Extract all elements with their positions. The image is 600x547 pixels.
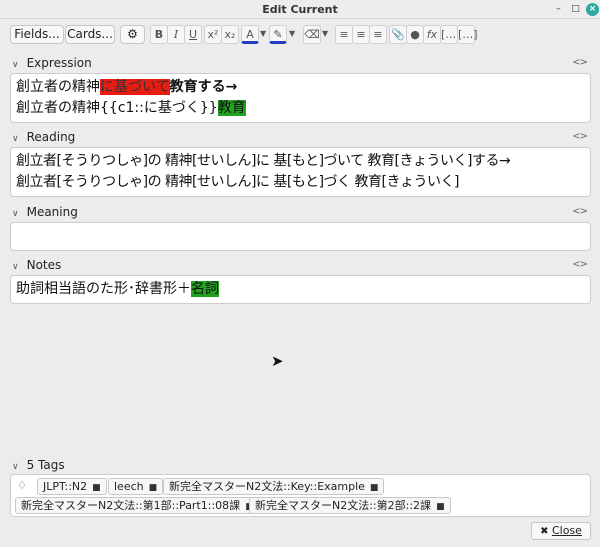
chevron-down-icon: ∨ xyxy=(12,462,19,472)
field-label-expression[interactable]: ∨ Expression xyxy=(12,56,92,70)
trash-icon[interactable]: ■ xyxy=(149,483,158,493)
tags-header[interactable]: ∨ 5 Tags xyxy=(12,458,65,472)
maximize-icon[interactable]: □ xyxy=(569,3,582,16)
bullet-list-icon[interactable]: ≡ xyxy=(335,25,353,44)
highlight-dropdown-icon[interactable]: ▼ xyxy=(289,29,295,38)
formula-icon[interactable]: fx xyxy=(423,25,441,44)
html-editor-icon[interactable]: <> xyxy=(572,206,588,217)
field-label-notes[interactable]: ∨ Notes xyxy=(12,258,61,272)
minimize-icon[interactable]: – xyxy=(552,3,565,16)
chevron-down-icon: ∨ xyxy=(12,262,19,272)
reading-field[interactable]: 創立者[そうりつしゃ]の 精神[せいしん]に 基[もと]づいて 教育[きょういく… xyxy=(10,147,591,197)
trash-icon[interactable]: ■ xyxy=(436,502,445,512)
superscript-icon[interactable]: x² xyxy=(204,25,222,44)
tag-item[interactable]: 新完全マスターN2文法::Key::Example ■ xyxy=(163,478,385,495)
html-editor-icon[interactable]: <> xyxy=(572,57,588,68)
attachment-icon[interactable]: 📎 xyxy=(389,25,407,44)
cloze-icon[interactable]: […] xyxy=(440,25,461,44)
field-label-meaning[interactable]: ∨ Meaning xyxy=(12,205,78,219)
eraser-dropdown-icon[interactable]: ▼ xyxy=(322,29,328,38)
mouse-cursor-icon: ➤ xyxy=(271,352,284,370)
chevron-down-icon: ∨ xyxy=(12,209,19,219)
italic-icon[interactable]: I xyxy=(167,25,185,44)
cards-button[interactable]: Cards... xyxy=(65,25,115,44)
align-icon[interactable]: ≡ xyxy=(369,25,387,44)
meaning-field[interactable] xyxy=(10,222,591,251)
trash-icon[interactable]: ■ xyxy=(92,483,101,493)
trash-icon[interactable]: ■ xyxy=(370,483,379,493)
underline-icon[interactable]: U xyxy=(184,25,202,44)
bold-icon[interactable]: B xyxy=(150,25,168,44)
gear-icon[interactable]: ⚙ xyxy=(120,25,145,44)
field-label-reading[interactable]: ∨ Reading xyxy=(12,130,75,144)
notes-field[interactable]: 助詞相当語のた形･辞書形＋名詞 xyxy=(10,275,591,304)
text-color-dropdown-icon[interactable]: ▼ xyxy=(260,29,266,38)
close-button[interactable]: ✖ Close xyxy=(531,522,591,540)
tag-item[interactable]: 新完全マスターN2文法::第1部::Part1::08課■ xyxy=(15,497,260,514)
highlight-color-icon[interactable]: ✎ xyxy=(269,25,287,44)
fields-button[interactable]: Fields... xyxy=(10,25,64,44)
window-title: Edit Current xyxy=(262,3,338,16)
close-x-icon: ✖ xyxy=(540,526,549,537)
expression-line-1: 創立者の精神に基づいて教育する→ xyxy=(16,79,238,95)
html-editor-icon[interactable]: <> xyxy=(572,131,588,142)
expression-field[interactable]: 創立者の精神に基づいて教育する→ 創立者の精神{{c1::に基づく}}教育 xyxy=(10,73,591,123)
chevron-down-icon: ∨ xyxy=(12,60,19,70)
eraser-icon[interactable]: ⌫ xyxy=(303,25,321,44)
html-editor-icon[interactable]: <> xyxy=(572,259,588,270)
cloze-same-icon[interactable]: […] xyxy=(457,25,478,44)
tag-icon: ♢ xyxy=(17,479,27,492)
expression-line-2: 創立者の精神{{c1::に基づく}}教育 xyxy=(16,100,246,116)
microphone-icon[interactable]: ● xyxy=(406,25,424,44)
title-bar: Edit Current – □ × xyxy=(0,0,600,19)
subscript-icon[interactable]: x₂ xyxy=(221,25,239,44)
reading-line-1: 創立者[そうりつしゃ]の 精神[せいしん]に 基[もと]づいて 教育[きょういく… xyxy=(16,153,511,169)
chevron-down-icon: ∨ xyxy=(12,134,19,144)
reading-line-2: 創立者[そうりつしゃ]の 精神[せいしん]に 基[もと]づく 教育[きょういく] xyxy=(16,174,459,190)
tag-item[interactable]: 新完全マスターN2文法::第2部::2課 ■ xyxy=(249,497,451,514)
tag-item[interactable]: leech ■ xyxy=(108,478,164,495)
tag-editor[interactable]: ♢ JLPT::N2 ■ leech ■ 新完全マスターN2文法::Key::Exa… xyxy=(10,474,591,517)
close-window-icon[interactable]: × xyxy=(586,3,599,16)
editor-toolbar: Fields... Cards... ⚙ B I U x² x₂ A ▼ ✎ ▼… xyxy=(0,19,600,51)
text-color-icon[interactable]: A xyxy=(241,25,259,44)
tag-item[interactable]: JLPT::N2 ■ xyxy=(37,478,107,495)
numbered-list-icon[interactable]: ≡ xyxy=(352,25,370,44)
